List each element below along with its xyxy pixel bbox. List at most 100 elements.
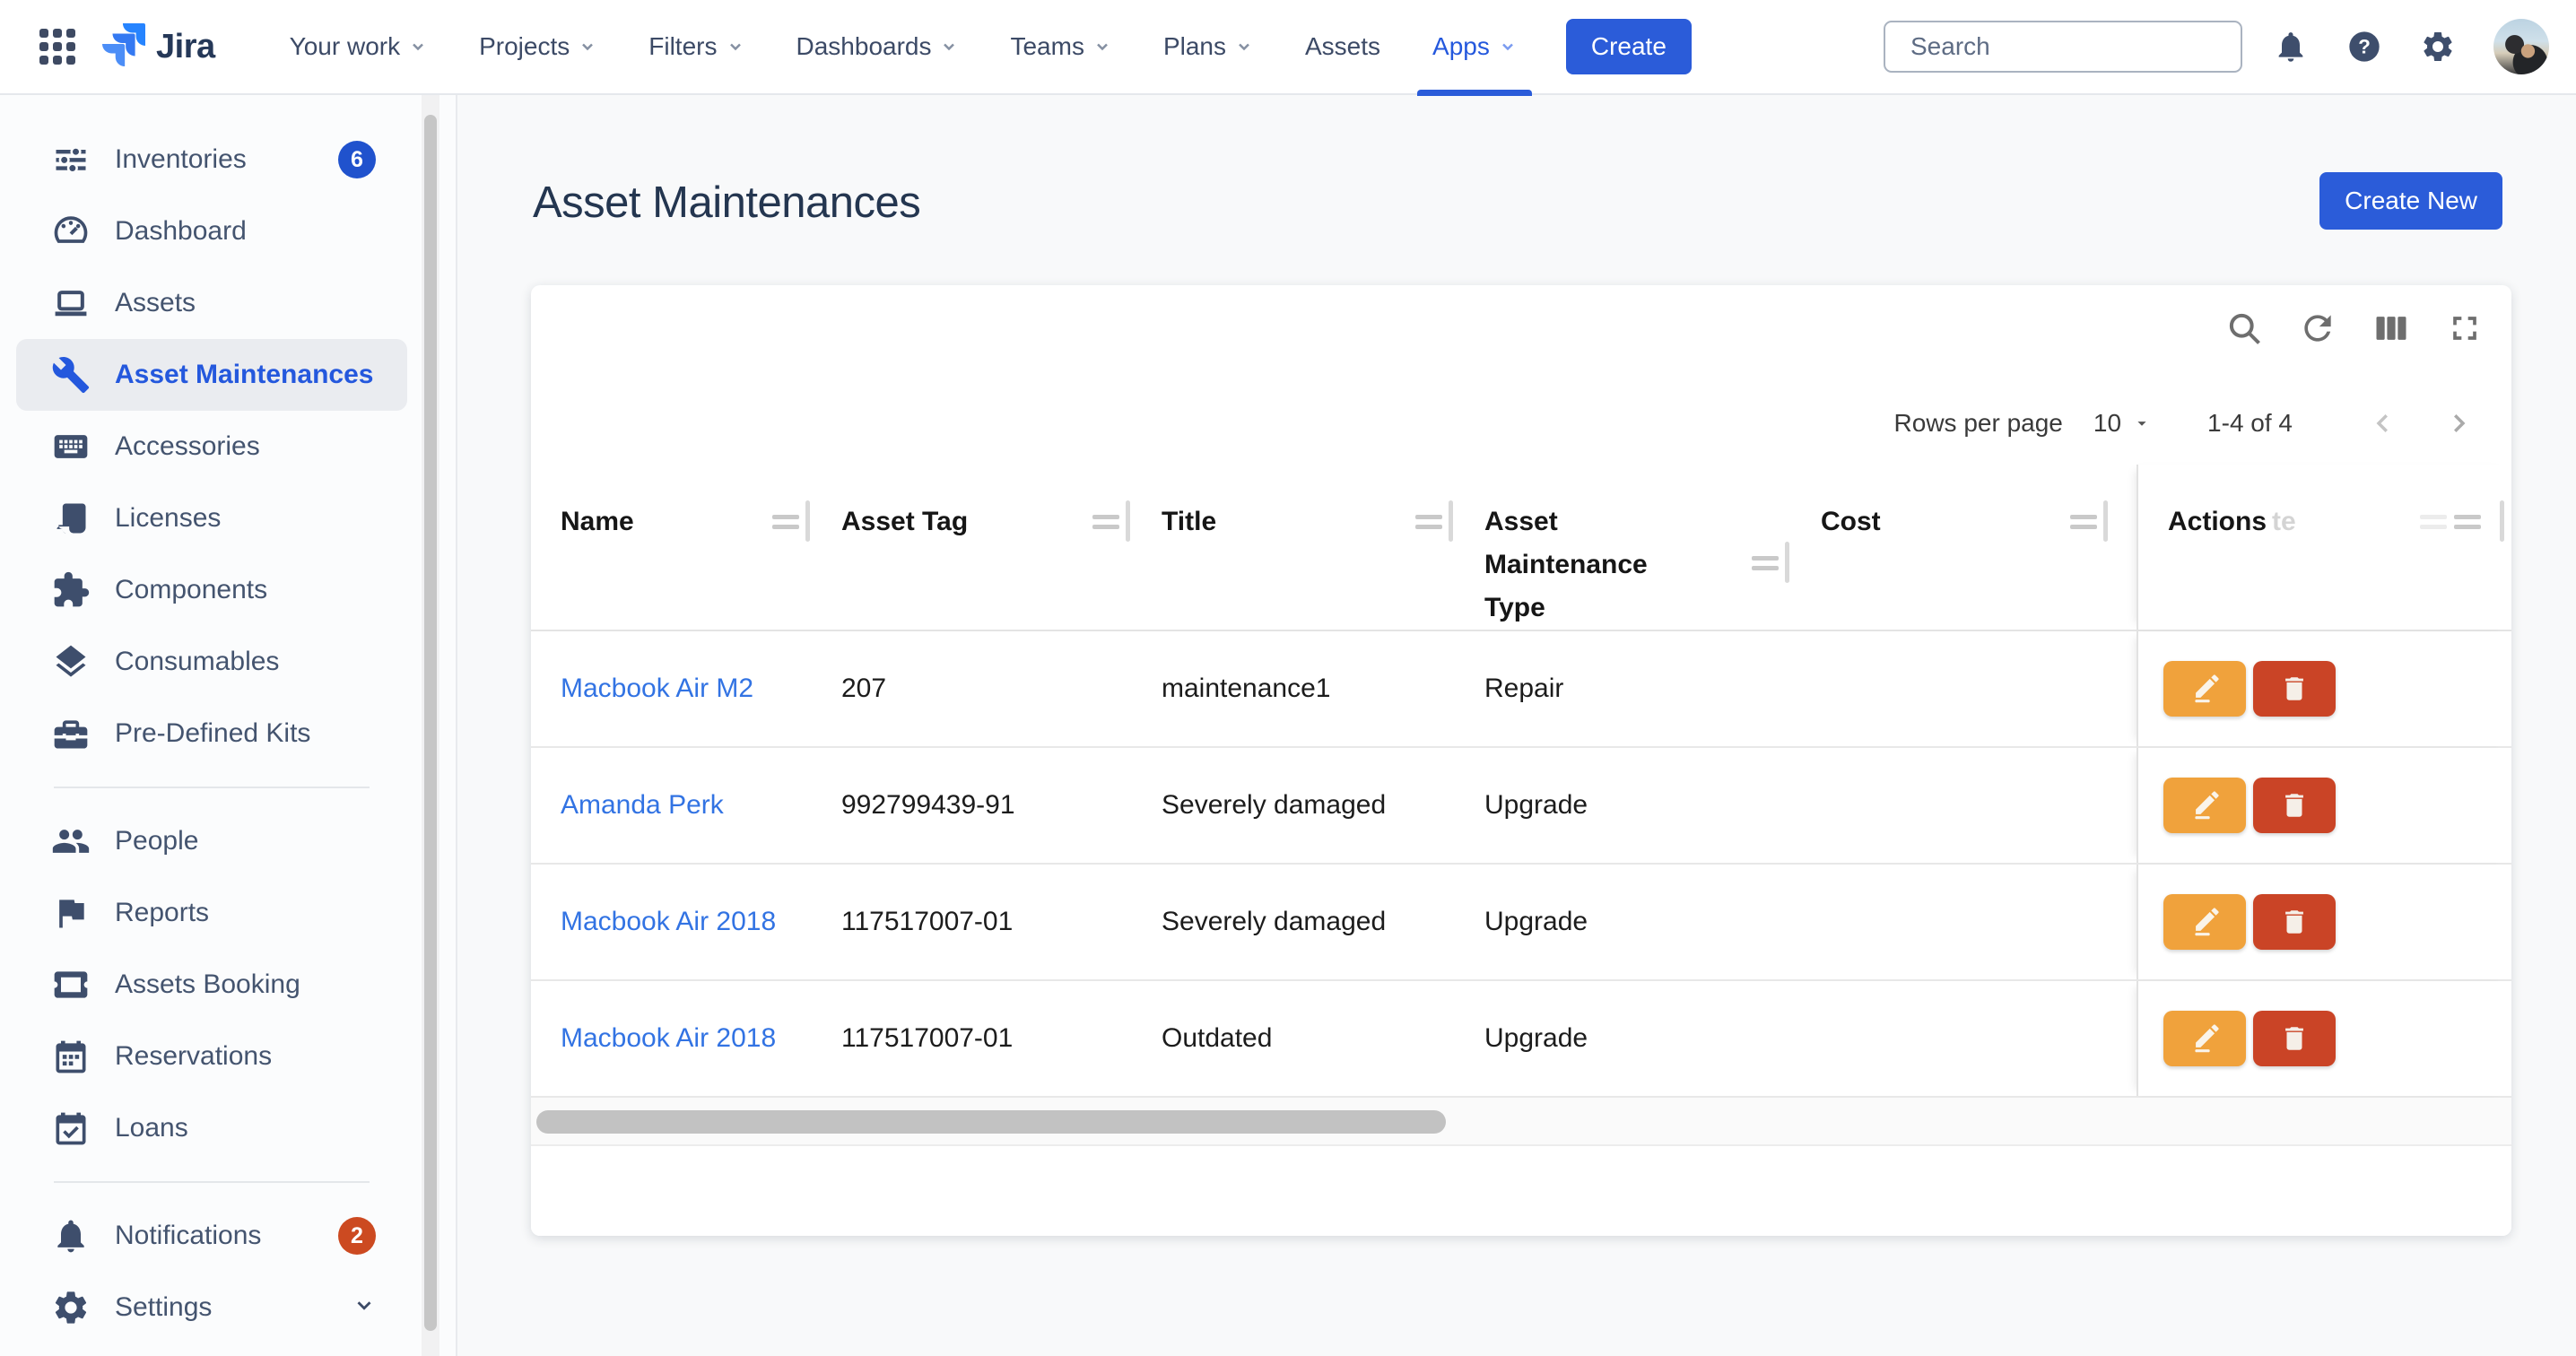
sidebar-divider	[54, 787, 370, 788]
table-row: Macbook Air 2018 117517007-01 Severely d…	[531, 865, 2511, 981]
sidebar-item-pre-defined-kits[interactable]: Pre-Defined Kits	[16, 698, 407, 769]
edit-button[interactable]	[2163, 1011, 2246, 1066]
next-page-button[interactable]	[2432, 410, 2485, 437]
column-header-asset-maintenance-type[interactable]: Asset Maintenance Type	[1455, 465, 1791, 630]
sidebar-item-asset-maintenances[interactable]: Asset Maintenances	[16, 339, 407, 411]
column-resize-handle[interactable]	[805, 500, 810, 542]
table-header-row: Name Asset Tag Title Asset Maintenance T…	[531, 465, 2511, 631]
app-switcher-icon[interactable]	[39, 29, 75, 65]
delete-button[interactable]	[2253, 1011, 2336, 1066]
cell-actions	[2137, 981, 2511, 1096]
people-icon	[50, 821, 91, 861]
table-columns-icon[interactable]	[2371, 309, 2411, 352]
column-drag-handle[interactable]	[1752, 556, 1779, 576]
delete-button[interactable]	[2253, 778, 2336, 833]
global-search[interactable]	[1884, 21, 2242, 73]
nav-projects[interactable]: Projects	[453, 0, 622, 94]
cell-asset-tag: 117517007-01	[812, 865, 1132, 979]
sidebar-item-settings[interactable]: Settings	[16, 1272, 407, 1343]
sidebar-item-consumables[interactable]: Consumables	[16, 626, 407, 698]
nav-filters[interactable]: Filters	[622, 0, 770, 94]
column-resize-handle[interactable]	[1126, 500, 1130, 542]
column-drag-handle[interactable]	[2454, 515, 2481, 535]
create-button[interactable]: Create	[1566, 19, 1692, 74]
user-avatar[interactable]	[2493, 19, 2549, 74]
nav-assets[interactable]: Assets	[1279, 0, 1406, 94]
edit-button[interactable]	[2163, 894, 2246, 950]
nav-apps[interactable]: Apps	[1406, 0, 1543, 94]
table-row: Macbook Air 2018 117517007-01 Outdated U…	[531, 981, 2511, 1098]
sidebar-scrollbar-thumb[interactable]	[424, 115, 437, 1331]
sidebar-item-accessories[interactable]: Accessories	[16, 411, 407, 482]
create-new-button[interactable]: Create New	[2319, 172, 2502, 230]
horizontal-scrollbar-thumb[interactable]	[536, 1110, 1446, 1134]
sidebar-item-notifications[interactable]: Notifications 2	[16, 1200, 407, 1272]
cell-asset-tag: 117517007-01	[812, 981, 1132, 1096]
sidebar-item-licenses[interactable]: Licenses	[16, 482, 407, 554]
edit-button[interactable]	[2163, 661, 2246, 717]
wrench-icon	[50, 355, 91, 395]
nav-plans[interactable]: Plans	[1137, 0, 1279, 94]
column-resize-handle[interactable]	[1449, 500, 1453, 542]
chevron-down-icon	[409, 38, 427, 56]
column-header-cost[interactable]: Cost	[1791, 465, 2110, 630]
nav-your-work[interactable]: Your work	[264, 0, 453, 94]
search-input[interactable]	[1910, 32, 2234, 61]
cell-title: Severely damaged	[1132, 748, 1455, 863]
jira-logo-icon	[102, 23, 145, 71]
nav-teams[interactable]: Teams	[984, 0, 1136, 94]
table-search-icon[interactable]	[2224, 309, 2264, 352]
cell-name-link[interactable]: Macbook Air 2018	[531, 981, 812, 1096]
sidebar-item-reservations[interactable]: Reservations	[16, 1021, 407, 1092]
laptop-icon	[50, 283, 91, 323]
trash-icon	[2279, 674, 2310, 704]
column-drag-handle[interactable]	[2070, 515, 2097, 535]
nav-dashboards[interactable]: Dashboards	[770, 0, 985, 94]
puzzle-icon	[50, 570, 91, 610]
column-resize-handle[interactable]	[2103, 500, 2108, 542]
jira-logo[interactable]: Jira	[102, 23, 215, 71]
sidebar-item-dashboard[interactable]: Dashboard	[16, 196, 407, 267]
rows-per-page-select[interactable]: 10	[2093, 409, 2152, 438]
column-resize-handle[interactable]	[2500, 500, 2504, 542]
sidebar-item-assets-booking[interactable]: Assets Booking	[16, 949, 407, 1021]
cell-maintenance-type: Repair	[1455, 631, 1791, 746]
chevron-down-icon	[352, 1294, 376, 1322]
delete-button[interactable]	[2253, 894, 2336, 950]
column-drag-handle[interactable]	[1092, 515, 1119, 535]
pencil-icon	[2189, 790, 2220, 821]
sidebar-item-assets[interactable]: Assets	[16, 267, 407, 339]
column-resize-handle[interactable]	[1785, 542, 1789, 583]
column-header-title[interactable]: Title	[1132, 465, 1455, 630]
previous-page-button[interactable]	[2357, 410, 2409, 437]
keyboard-icon	[50, 427, 91, 466]
cell-actions	[2137, 865, 2511, 979]
cell-name-link[interactable]: Macbook Air 2018	[531, 865, 812, 979]
sidebar-item-loans[interactable]: Loans	[16, 1092, 407, 1164]
edit-button[interactable]	[2163, 778, 2246, 833]
settings-gear-icon[interactable]	[2420, 29, 2456, 65]
cell-name-link[interactable]: Amanda Perk	[531, 748, 812, 863]
notifications-bell-icon[interactable]	[2273, 29, 2309, 65]
sidebar-item-people[interactable]: People	[16, 805, 407, 877]
sidebar-item-reports[interactable]: Reports	[16, 877, 407, 949]
flag-icon	[50, 893, 91, 933]
sidebar-item-components[interactable]: Components	[16, 554, 407, 626]
cell-cost	[1791, 865, 2110, 979]
column-header-asset-tag[interactable]: Asset Tag	[812, 465, 1132, 630]
active-tab-indicator	[1417, 90, 1532, 96]
sidebar-item-inventories[interactable]: Inventories 6	[16, 124, 407, 196]
cell-actions	[2137, 631, 2511, 746]
table-refresh-icon[interactable]	[2298, 309, 2337, 352]
delete-button[interactable]	[2253, 661, 2336, 717]
column-header-actions[interactable]: Actionste	[2137, 465, 2511, 630]
help-icon[interactable]: ?	[2346, 29, 2382, 65]
column-drag-handle[interactable]	[772, 515, 799, 535]
column-header-name[interactable]: Name	[531, 465, 812, 630]
pencil-icon	[2189, 1023, 2220, 1054]
cell-name-link[interactable]: Macbook Air M2	[531, 631, 812, 746]
column-drag-handle[interactable]	[1415, 515, 1442, 535]
column-drag-handle	[2420, 515, 2447, 535]
cell-maintenance-type: Upgrade	[1455, 865, 1791, 979]
table-fullscreen-icon[interactable]	[2445, 309, 2485, 352]
